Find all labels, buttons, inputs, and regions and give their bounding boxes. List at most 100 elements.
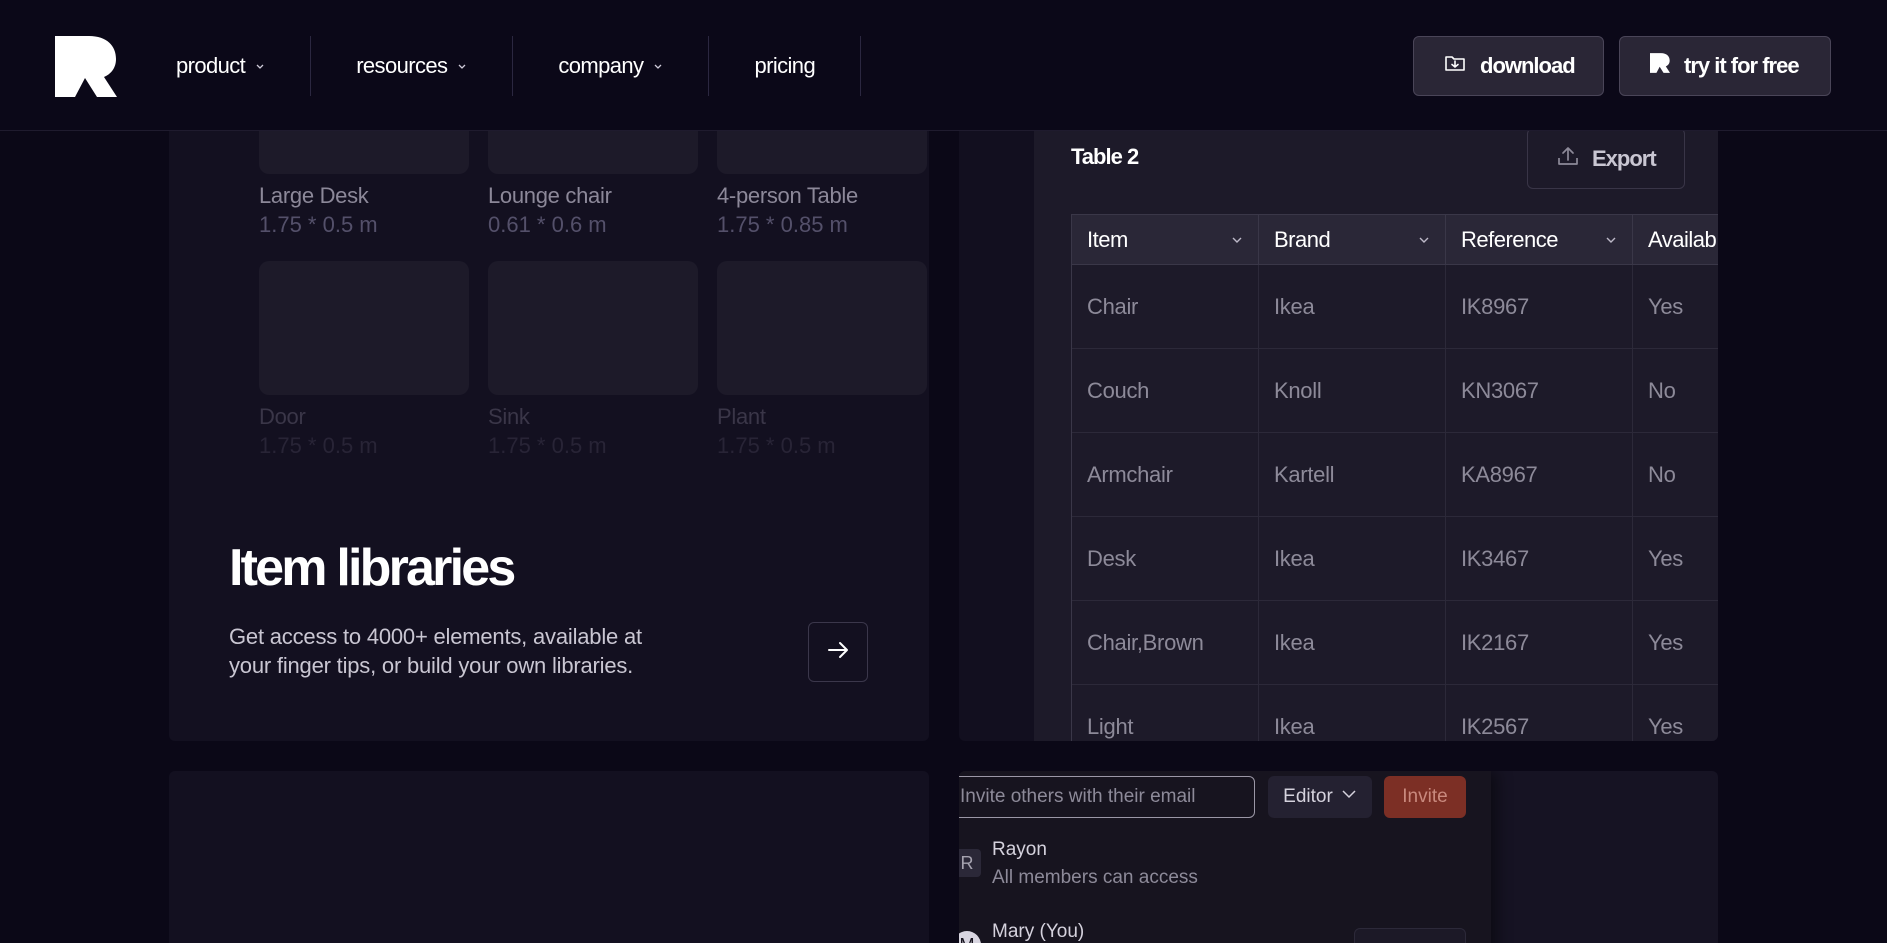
cell-reference: KN3067 [1446,349,1633,433]
library-tile[interactable]: Sink 1.75 * 0.5 m [488,261,698,459]
cell-availability: Yes [1633,601,1718,685]
cell-brand: Ikea [1259,685,1446,741]
nav-item-label: resources [356,53,448,78]
export-button[interactable]: Export [1527,128,1685,189]
cell-brand: Ikea [1259,517,1446,601]
tile-name: Plant [717,404,766,429]
table-preview-card: Table 2 Export Item Brand Reference Avai… [959,100,1718,741]
cell-item: Chair [1072,265,1259,349]
feature-card [169,771,929,943]
section-title: Item libraries [229,539,516,597]
avatar: M [959,931,981,943]
member-subtitle: All members can access [992,867,1198,888]
cell-availability: Yes [1633,685,1718,741]
cell-brand: Kartell [1259,433,1446,517]
table-header-row: Item Brand Reference Availab [1072,215,1718,265]
table-row[interactable]: Chair,Brown Ikea IK2167 Yes [1072,601,1718,685]
try-free-label: try it for free [1684,53,1800,78]
column-header-label: Reference [1461,226,1559,252]
tile-thumbnail [488,261,698,395]
nav-item-label: product [176,53,246,78]
chevron-down-icon [1417,227,1431,253]
cell-reference: IK3467 [1446,517,1633,601]
data-table: Item Brand Reference Availab Chair Ikea [1071,214,1718,741]
export-label: Export [1592,145,1657,171]
nav-item-label: company [558,53,644,78]
cell-item: Light [1072,685,1259,741]
tile-dimensions: 1.75 * 0.5 m [488,433,607,458]
cell-reference: IK2567 [1446,685,1633,741]
upload-icon [1556,144,1580,174]
table-row[interactable]: Couch Knoll KN3067 No [1072,349,1718,433]
sharing-card: Editor Invite R Rayon All members can ac… [959,771,1718,943]
cell-availability: Yes [1633,517,1718,601]
table-title: Table 2 [1071,144,1139,169]
nav-item-company[interactable]: company [513,36,710,96]
invite-panel: Editor Invite R Rayon All members can ac… [959,771,1491,943]
nav-item-pricing[interactable]: pricing [709,36,862,96]
column-header-label: Availab [1648,226,1717,252]
tile-dimensions: 1.75 * 0.5 m [259,433,378,458]
section-description: Get access to 4000+ elements, available … [229,624,642,678]
table-row[interactable]: Desk Ikea IK3467 Yes [1072,517,1718,601]
cell-brand: Knoll [1259,349,1446,433]
library-tile[interactable]: Door 1.75 * 0.5 m [259,261,469,459]
tile-name: Door [259,404,306,429]
chevron-down-icon [1341,786,1357,808]
tile-name: 4-person Table [717,183,858,208]
tile-name: Lounge chair [488,183,612,208]
learn-more-button[interactable] [808,622,868,682]
download-label: download [1480,53,1576,78]
invite-button[interactable]: Invite [1384,776,1466,818]
table-row[interactable]: Armchair Kartell KA8967 No [1072,433,1718,517]
cell-item: Couch [1072,349,1259,433]
try-free-button[interactable]: try it for free [1619,36,1831,96]
member-role-select[interactable] [1354,928,1466,943]
arrow-right-icon [824,636,852,669]
role-select[interactable]: Editor [1268,776,1372,818]
download-icon [1444,52,1466,80]
column-header-label: Item [1087,226,1128,252]
tile-thumbnail [259,261,469,395]
column-header-reference[interactable]: Reference [1446,215,1633,265]
role-select-value: Editor [1283,786,1333,807]
chevron-down-icon [653,61,663,71]
cell-availability: No [1633,349,1718,433]
invite-email-input[interactable] [959,776,1255,818]
nav-item-resources[interactable]: resources [311,36,514,96]
rayon-logo-small-icon [1650,53,1670,79]
table-row[interactable]: Chair Ikea IK8967 Yes [1072,265,1718,349]
column-header-brand[interactable]: Brand [1259,215,1446,265]
download-button[interactable]: download [1413,36,1604,96]
top-navbar: product resources company pricing downlo… [0,0,1887,131]
column-header-item[interactable]: Item [1072,215,1259,265]
cell-reference: IK2167 [1446,601,1633,685]
chevron-down-icon [1230,227,1244,253]
chevron-down-icon [457,61,467,71]
chevron-down-icon [255,61,265,71]
table-panel: Table 2 Export Item Brand Reference Avai… [1034,100,1718,741]
member-name: Rayon [992,839,1047,860]
tile-dimensions: 1.75 * 0.5 m [259,212,378,237]
tile-dimensions: 0.61 * 0.6 m [488,212,607,237]
nav-item-product[interactable]: product [155,36,312,96]
tile-name: Sink [488,404,530,429]
nav-item-label: pricing [754,53,816,78]
library-tile[interactable]: Plant 1.75 * 0.5 m [717,261,927,459]
tile-name: Large Desk [259,183,369,208]
cell-availability: No [1633,433,1718,517]
cell-reference: KA8967 [1446,433,1633,517]
tile-dimensions: 1.75 * 0.85 m [717,212,848,237]
main-nav: product resources company pricing [155,36,862,96]
member-name: Mary (You) [992,921,1085,942]
column-header-availability[interactable]: Availab [1633,215,1718,265]
table-row[interactable]: Light Ikea IK2567 Yes [1072,685,1718,741]
avatar: R [959,849,981,877]
cell-item: Chair,Brown [1072,601,1259,685]
cell-item: Armchair [1072,433,1259,517]
column-header-label: Brand [1274,226,1331,252]
rayon-logo-icon[interactable] [55,36,117,97]
tile-thumbnail [717,261,927,395]
cell-brand: Ikea [1259,601,1446,685]
item-libraries-card: Large Desk 1.75 * 0.5 m Lounge chair 0.6… [169,100,929,741]
